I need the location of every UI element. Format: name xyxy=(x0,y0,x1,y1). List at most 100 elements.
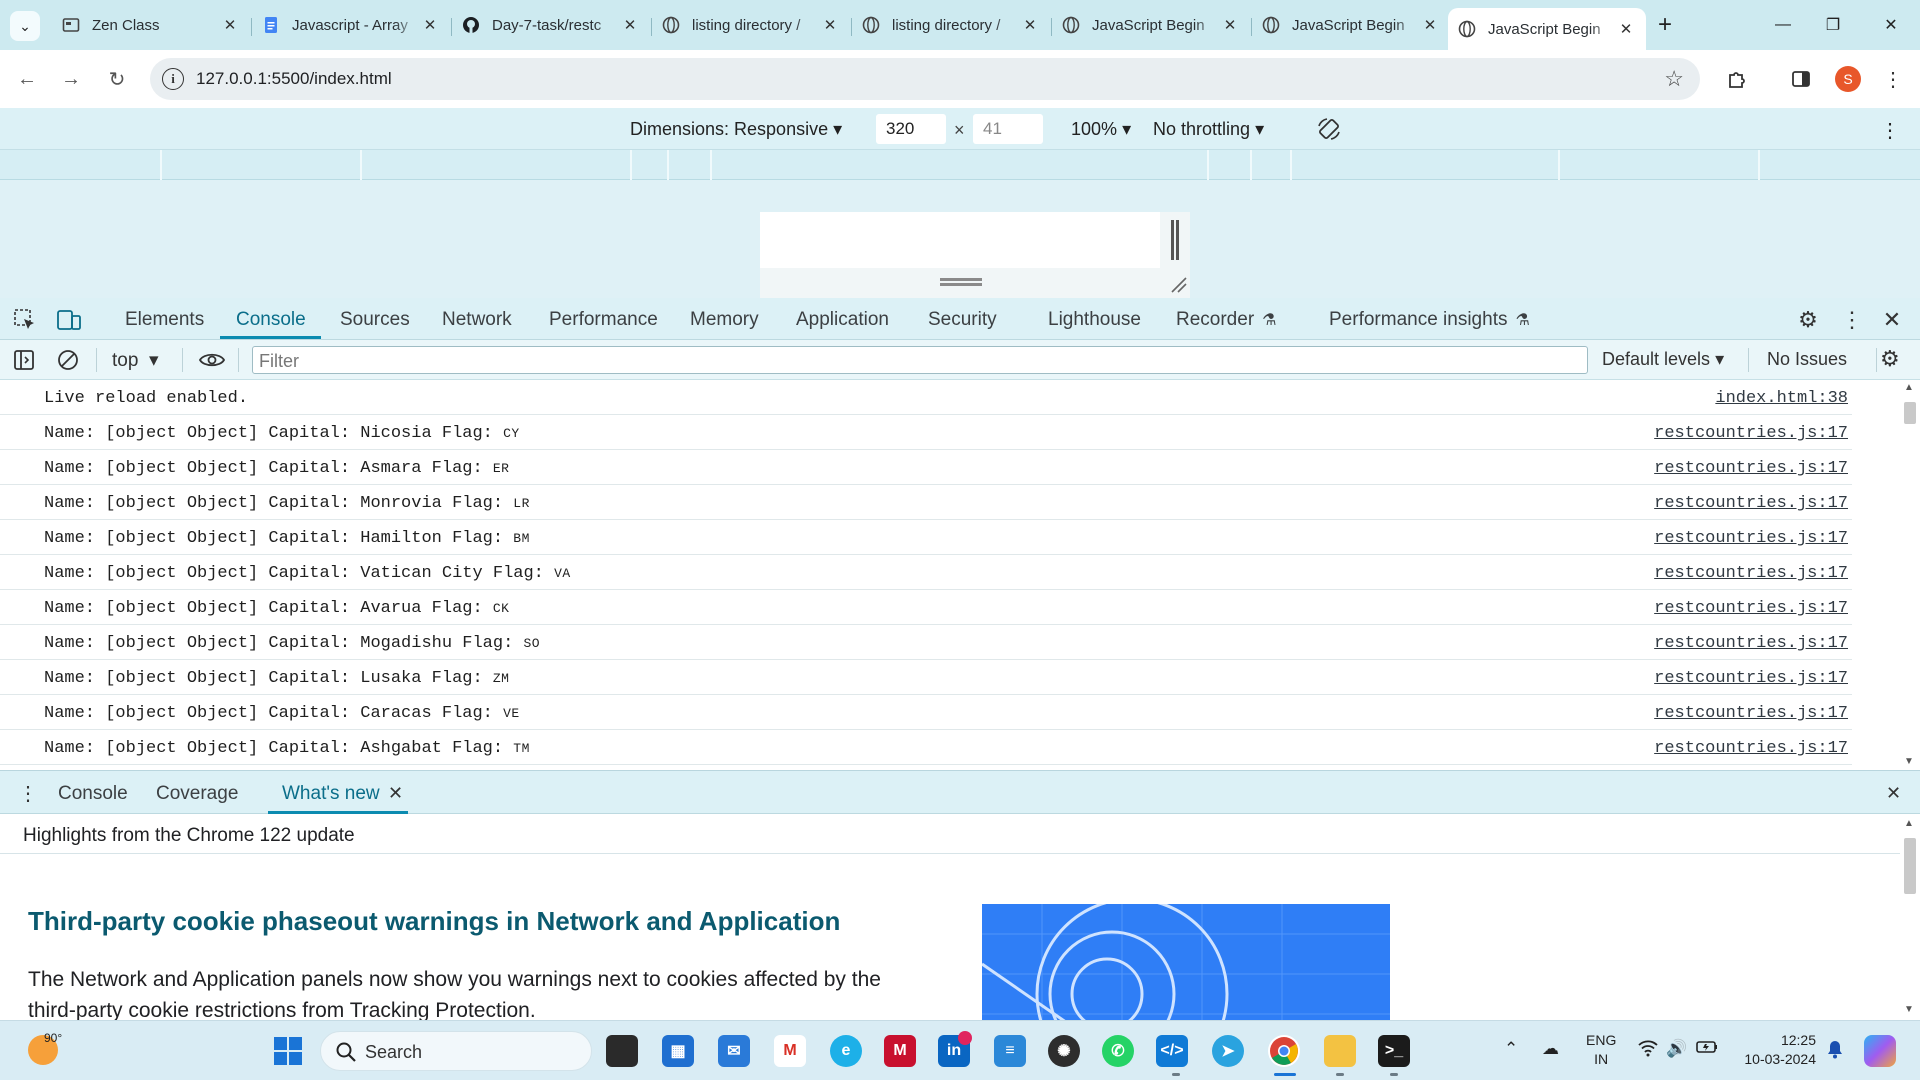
throttling-select[interactable]: No throttling ▾ xyxy=(1153,119,1264,140)
sidebar-toggle-icon[interactable] xyxy=(12,348,36,372)
dimensions-select[interactable]: Dimensions: Responsive ▾ xyxy=(630,119,842,140)
gmail-icon[interactable]: M xyxy=(774,1035,806,1067)
close-icon[interactable]: ✕ xyxy=(820,15,840,35)
tab-lighthouse[interactable]: Lighthouse xyxy=(1048,309,1141,331)
profile-avatar[interactable]: S xyxy=(1835,66,1861,92)
close-window-button[interactable]: ✕ xyxy=(1866,8,1916,42)
devtools-menu-button[interactable]: ⋮ xyxy=(1838,306,1866,334)
onedrive-cloud-icon[interactable]: ☁ xyxy=(1542,1039,1559,1059)
notepad-icon[interactable]: ≡ xyxy=(994,1035,1026,1067)
whatsapp-icon[interactable]: ✆ xyxy=(1102,1035,1134,1067)
close-icon[interactable]: ✕ xyxy=(1220,15,1240,35)
height-input[interactable]: 41 xyxy=(973,114,1043,144)
chrome-menu-button[interactable]: ⋮ xyxy=(1878,64,1908,94)
bookmark-star-icon[interactable]: ☆ xyxy=(1664,66,1684,92)
microsoft-store-icon[interactable]: ▦ xyxy=(662,1035,694,1067)
scroll-down-icon[interactable]: ▼ xyxy=(1904,1004,1914,1015)
close-icon[interactable]: ✕ xyxy=(1420,15,1440,35)
resize-handle-right[interactable] xyxy=(1160,212,1190,268)
eye-icon[interactable] xyxy=(198,348,226,372)
minimize-button[interactable]: — xyxy=(1758,8,1808,42)
tab-network[interactable]: Network xyxy=(442,309,512,331)
edge-icon[interactable]: e xyxy=(830,1035,862,1067)
tab-elements[interactable]: Elements xyxy=(125,309,204,331)
context-select[interactable]: top ▾ xyxy=(112,349,159,372)
reload-button[interactable]: ↻ xyxy=(100,62,134,96)
resize-corner-icon[interactable] xyxy=(1168,274,1188,294)
drawer-tab-whats-new[interactable]: What's new xyxy=(282,783,380,805)
close-icon[interactable]: ✕ xyxy=(620,15,640,35)
new-tab-button[interactable]: + xyxy=(1650,10,1680,40)
close-tab-icon[interactable]: ✕ xyxy=(388,783,403,804)
source-link[interactable]: restcountries.js:17 xyxy=(1654,529,1848,548)
tab-memory[interactable]: Memory xyxy=(690,309,759,331)
back-button[interactable]: ← xyxy=(10,62,44,96)
browser-tab[interactable]: JavaScript Begin ✕ xyxy=(1052,8,1250,42)
notification-bell-icon[interactable] xyxy=(1826,1039,1844,1064)
task-view-icon[interactable] xyxy=(606,1035,638,1067)
file-explorer-icon[interactable] xyxy=(1324,1035,1356,1067)
filter-input[interactable]: Filter xyxy=(252,346,1588,374)
source-link[interactable]: restcountries.js:17 xyxy=(1654,669,1848,688)
clear-console-icon[interactable] xyxy=(56,348,80,372)
mcafee-icon[interactable]: M xyxy=(884,1035,916,1067)
terminal-icon[interactable]: >_ xyxy=(1378,1035,1410,1067)
source-link[interactable]: restcountries.js:17 xyxy=(1654,599,1848,618)
tab-search-button[interactable]: ⌄ xyxy=(10,11,40,41)
copilot-icon[interactable] xyxy=(1864,1035,1896,1067)
console-scrollbar[interactable]: ▲ ▼ xyxy=(1900,380,1920,770)
tab-performance[interactable]: Performance xyxy=(549,309,658,331)
browser-tab[interactable]: Day-7-task/restc ✕ xyxy=(452,8,650,42)
system-clock[interactable]: 12:25 10-03-2024 xyxy=(1736,1031,1816,1069)
media-query-bar[interactable] xyxy=(0,150,1920,180)
mail-icon[interactable]: ✉ xyxy=(718,1035,750,1067)
tab-sources[interactable]: Sources xyxy=(340,309,410,331)
scroll-down-icon[interactable]: ▼ xyxy=(1904,756,1914,767)
close-icon[interactable]: ✕ xyxy=(1020,15,1040,35)
chatgpt-icon[interactable]: ✺ xyxy=(1048,1035,1080,1067)
source-link[interactable]: restcountries.js:17 xyxy=(1654,704,1848,723)
weather-temp[interactable]: 90° xyxy=(44,1031,62,1045)
console-settings-icon[interactable]: ⚙ xyxy=(1880,346,1900,372)
source-link[interactable]: restcountries.js:17 xyxy=(1654,739,1848,758)
width-input[interactable]: 320 xyxy=(876,114,946,144)
devtools-close-button[interactable]: ✕ xyxy=(1878,306,1906,334)
browser-tab[interactable]: Javascript - Array ✕ xyxy=(252,8,450,42)
scroll-up-icon[interactable]: ▲ xyxy=(1904,818,1914,829)
forward-button[interactable]: → xyxy=(54,62,88,96)
drawer-tab-coverage[interactable]: Coverage xyxy=(156,783,238,805)
telegram-icon[interactable]: ➤ xyxy=(1212,1035,1244,1067)
taskbar-search[interactable]: Search xyxy=(320,1031,592,1071)
scrollbar-thumb[interactable] xyxy=(1904,402,1916,424)
browser-tab[interactable]: listing directory / ✕ xyxy=(852,8,1050,42)
source-link[interactable]: restcountries.js:17 xyxy=(1654,459,1848,478)
close-drawer-icon[interactable]: ✕ xyxy=(1886,783,1901,804)
rotate-icon[interactable] xyxy=(1316,116,1342,142)
close-icon[interactable]: ✕ xyxy=(420,15,440,35)
browser-tab[interactable]: Zen Class ✕ xyxy=(52,8,250,42)
device-toggle-icon[interactable] xyxy=(56,307,82,333)
source-link[interactable]: restcountries.js:17 xyxy=(1654,494,1848,513)
inspect-element-icon[interactable] xyxy=(12,307,38,333)
browser-tab-active[interactable]: JavaScript Begin ✕ xyxy=(1448,8,1646,50)
tab-performance-insights[interactable]: Performance insights ⚗ xyxy=(1329,309,1530,331)
close-icon[interactable]: ✕ xyxy=(1616,19,1636,39)
chevron-up-icon[interactable]: ⌃ xyxy=(1504,1039,1518,1059)
tab-security[interactable]: Security xyxy=(928,309,997,331)
page-preview[interactable] xyxy=(760,212,1160,268)
issues-counter[interactable]: No Issues xyxy=(1767,349,1847,370)
wifi-icon[interactable] xyxy=(1638,1039,1658,1062)
windows-start-icon[interactable] xyxy=(272,1035,304,1067)
source-link[interactable]: restcountries.js:17 xyxy=(1654,564,1848,583)
chrome-icon[interactable] xyxy=(1268,1035,1300,1067)
volume-icon[interactable]: 🔊 xyxy=(1666,1039,1687,1059)
article-title[interactable]: Third-party cookie phaseout warnings in … xyxy=(28,906,840,937)
device-more-button[interactable]: ⋮ xyxy=(1880,118,1900,143)
input-language[interactable]: ENG IN xyxy=(1586,1031,1616,1069)
source-link[interactable]: index.html:38 xyxy=(1715,389,1848,408)
drawer-tab-console[interactable]: Console xyxy=(58,783,128,805)
resize-handle-bottom[interactable] xyxy=(760,268,1190,298)
site-info-icon[interactable]: i xyxy=(162,68,184,90)
extensions-button[interactable] xyxy=(1722,64,1752,94)
drawer-menu-icon[interactable]: ⋮ xyxy=(18,781,38,806)
